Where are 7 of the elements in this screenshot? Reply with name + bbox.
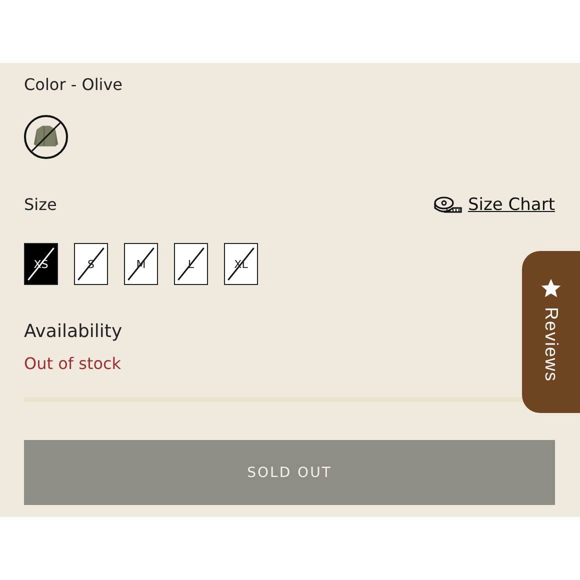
star-icon (540, 277, 562, 299)
color-label: Color - Olive (24, 75, 124, 95)
size-chart-link[interactable]: Size Chart (434, 195, 555, 215)
color-swatch[interactable] (24, 115, 68, 159)
reviews-tab[interactable]: Reviews (522, 251, 580, 413)
size-label: Size (24, 195, 57, 215)
tape-measure-icon (434, 196, 462, 214)
